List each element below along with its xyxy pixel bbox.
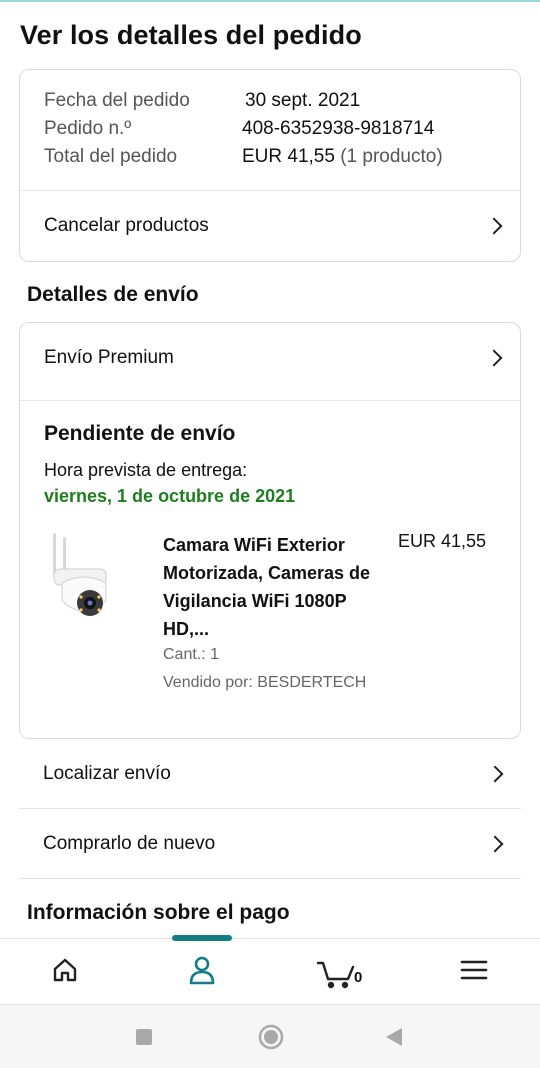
shipping-section-title: Detalles de envío [27,283,199,306]
shipping-card: Envío Premium Pendiente de envío Hora pr… [19,322,521,739]
page-title: Ver los detalles del pedido [20,20,362,50]
recent-apps-icon[interactable] [136,1029,152,1050]
nav-account-button[interactable] [162,939,242,1005]
cart-count-badge: 0 [354,969,363,986]
order-number-row: Pedido n.º 408-6352938-9818714 [44,118,514,146]
order-total-row: Total del pedido EUR 41,55 (1 producto) [44,146,514,174]
order-date-row: Fecha del pedido 30 sept. 2021 [44,90,514,118]
security-camera-icon[interactable] [50,531,116,627]
product-title-link[interactable]: Camara WiFi Exterior Motorizada, Cameras… [163,531,383,643]
chevron-right-icon [486,765,504,782]
divider [20,400,520,401]
cancel-products-label: Cancelar productos [44,215,209,236]
order-date-label: Fecha del pedido [44,90,190,111]
chevron-right-icon [485,349,503,367]
order-number-value: 408-6352938-9818714 [242,118,435,139]
back-icon[interactable] [386,1028,402,1051]
product-quantity: Cant.: 1 [163,646,220,663]
top-accent-line [0,0,540,2]
order-summary-card: Fecha del pedido 30 sept. 2021 Pedido n.… [19,69,521,262]
eta-label: Hora prevista de entrega: [44,460,248,480]
payment-section-title: Información sobre el pago [27,901,290,924]
product-seller: Vendido por: BESDERTECH [163,674,367,691]
order-total-label: Total del pedido [44,146,178,167]
order-total-value-group: EUR 41,55 (1 producto) [242,146,443,168]
order-number-label: Pedido n.º [44,118,132,139]
eta-date: viernes, 1 de octubre de 2021 [44,486,296,506]
system-navigation-bar [0,1004,540,1068]
person-icon [188,955,216,990]
product-price: EUR 41,55 [398,531,487,551]
cancel-products-button[interactable]: Cancelar productos [20,191,520,261]
chevron-right-icon [486,835,504,852]
shipping-status-title: Pendiente de envío [44,422,236,445]
track-shipment-button[interactable]: Localizar envío [19,739,521,809]
home-icon [51,956,79,989]
order-total-value: EUR 41,55 [242,146,335,167]
buy-again-label: Comprarlo de nuevo [43,832,216,854]
chevron-right-icon [485,217,503,235]
order-date-value: 30 sept. 2021 [245,90,361,111]
menu-icon [460,958,488,987]
home-circle-icon[interactable] [258,1024,284,1055]
shipping-method-label: Envío Premium [44,347,174,368]
nav-home-button[interactable] [25,939,105,1005]
order-total-count: (1 producto) [340,146,443,167]
order-summary: Fecha del pedido 30 sept. 2021 Pedido n.… [44,90,514,174]
track-shipment-label: Localizar envío [43,762,171,784]
cart-icon: 0 [316,955,362,989]
buy-again-button[interactable]: Comprarlo de nuevo [19,809,521,879]
bottom-navigation: 0 [0,935,540,1005]
nav-cart-button[interactable]: 0 [296,939,376,1005]
nav-menu-button[interactable] [434,939,514,1005]
shipping-method-button[interactable]: Envío Premium [20,323,520,393]
